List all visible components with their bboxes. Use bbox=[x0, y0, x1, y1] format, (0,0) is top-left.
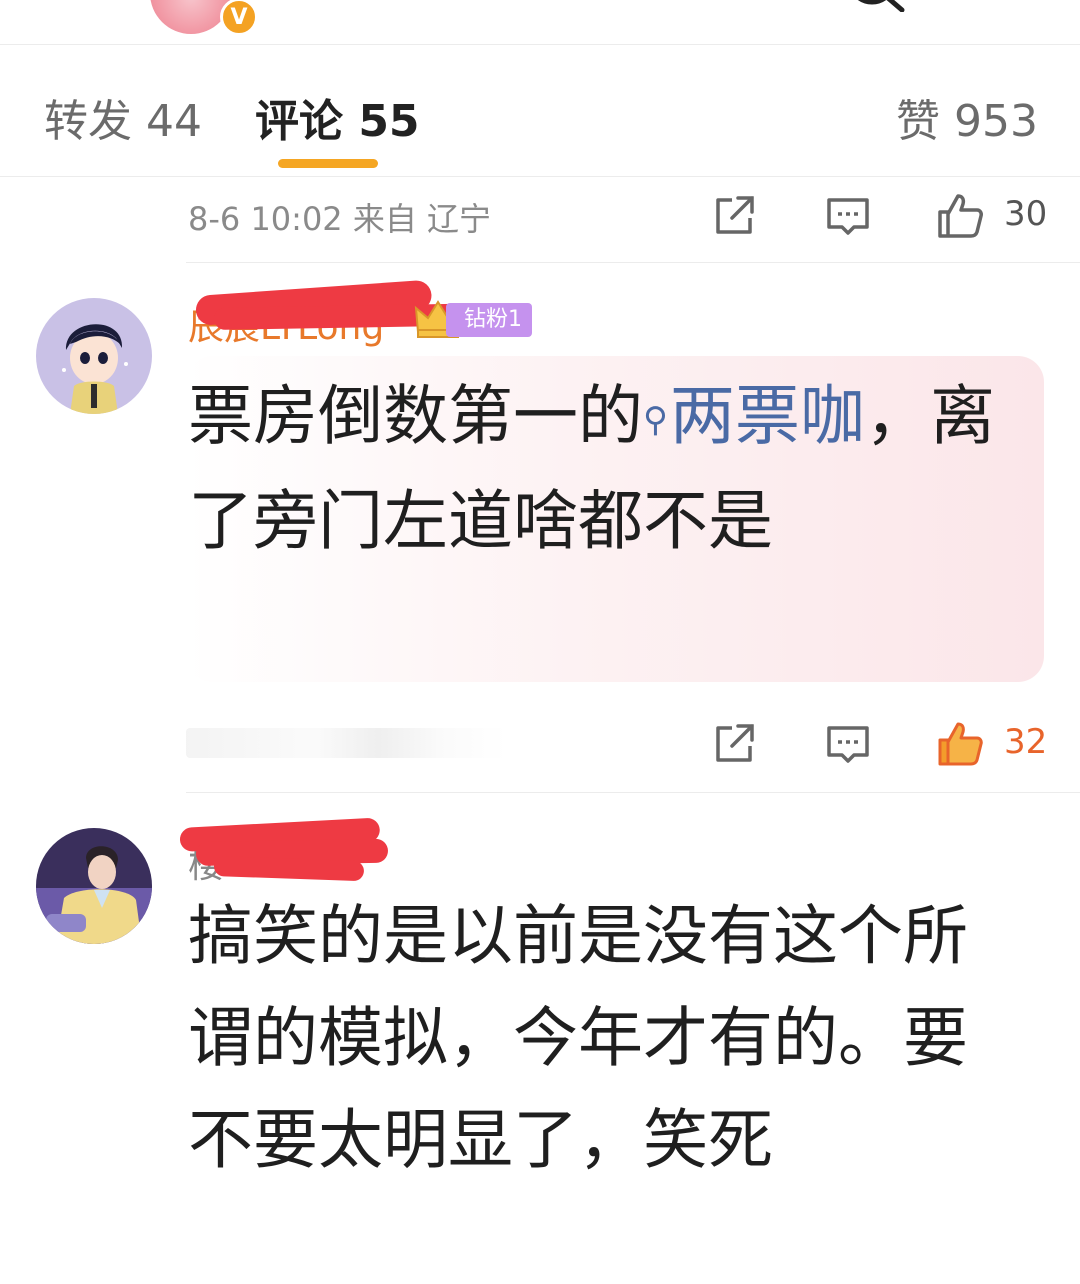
tab-bar: 转发 44 评论 55 赞 953 bbox=[0, 45, 1080, 177]
reply-icon[interactable] bbox=[824, 192, 872, 240]
thumbs-up-liked-icon[interactable] bbox=[936, 720, 984, 768]
comment-text-part: 票房倒数第一的 bbox=[188, 379, 644, 454]
thumbs-up-icon[interactable] bbox=[936, 192, 984, 240]
search-icon: ⚲ bbox=[643, 399, 668, 440]
tab-comment[interactable]: 评论 55 bbox=[255, 85, 420, 149]
weibo-comment-page: V 转发 44 评论 55 赞 953 8-6 10:02 来自 辽宁 30 钻… bbox=[0, 0, 1080, 1284]
tab-repost[interactable]: 转发 44 bbox=[44, 85, 202, 149]
reply-icon[interactable] bbox=[824, 720, 872, 768]
verified-badge-icon: V bbox=[220, 0, 258, 36]
account-name-cutoff bbox=[282, 0, 502, 8]
comment-action-row: 8-6 10:02 来自 辽宁 30 bbox=[186, 176, 1056, 262]
tab-like[interactable]: 赞 953 bbox=[896, 85, 1038, 149]
divider bbox=[186, 262, 1080, 263]
fan-level-badge: 钻粉1 bbox=[446, 303, 532, 337]
comment-text: 票房倒数第一的⚲两票咖，离了旁门左道啥都不是 bbox=[188, 366, 1018, 573]
top-bar: V bbox=[0, 0, 1080, 45]
back-arrow-icon[interactable] bbox=[40, 0, 80, 10]
topic-link[interactable]: 两票咖 bbox=[670, 379, 865, 454]
redaction-scribble bbox=[213, 856, 365, 882]
comment-timestamp: 8-6 10:02 来自 辽宁 bbox=[188, 200, 492, 238]
like-count: 32 bbox=[1004, 722, 1048, 762]
comment-action-row: 32 bbox=[186, 704, 1056, 790]
share-icon[interactable] bbox=[710, 192, 758, 240]
comment-text: 搞笑的是以前是没有这个所谓的模拟，今年才有的。要不要太明显了，笑死 bbox=[188, 899, 969, 1178]
share-icon[interactable] bbox=[710, 720, 758, 768]
active-tab-indicator bbox=[278, 159, 378, 168]
divider bbox=[186, 792, 1080, 793]
search-icon[interactable] bbox=[840, 0, 910, 12]
avatar[interactable] bbox=[36, 298, 152, 414]
like-count: 30 bbox=[1004, 194, 1048, 234]
avatar[interactable] bbox=[36, 828, 152, 944]
